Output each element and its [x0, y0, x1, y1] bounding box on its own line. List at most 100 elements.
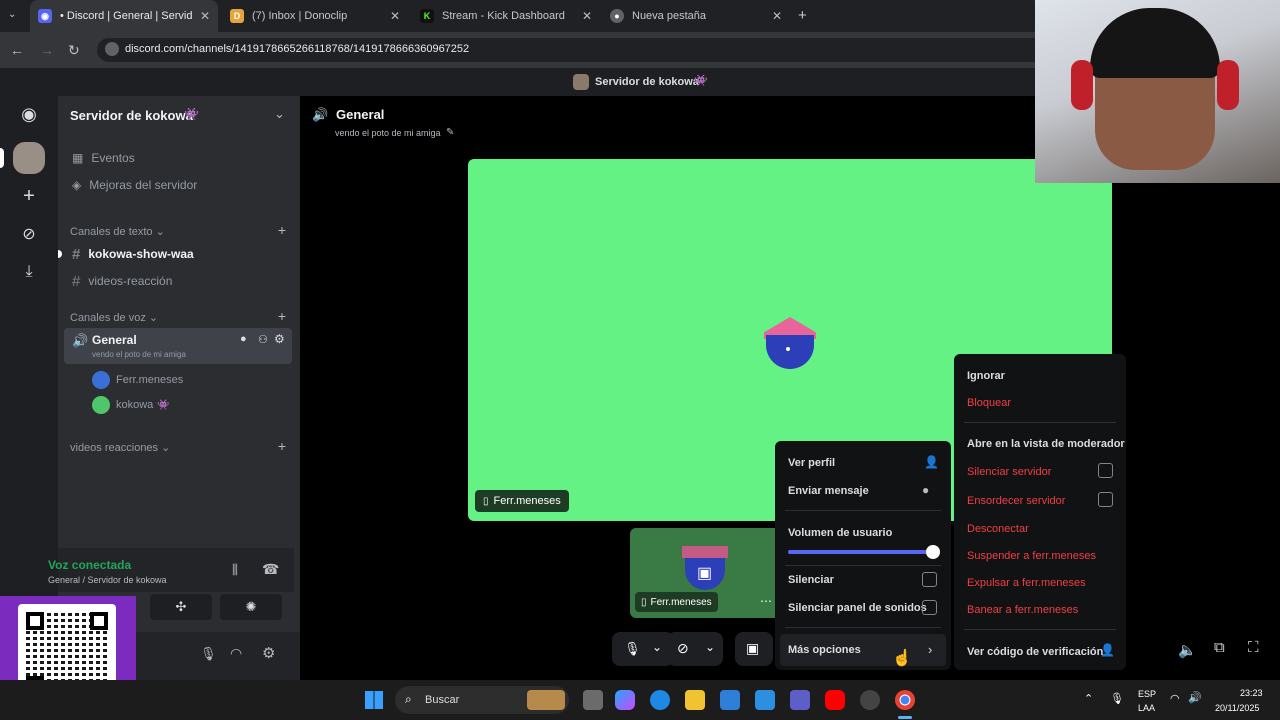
- menu-silenciar[interactable]: Silenciar: [788, 574, 834, 586]
- add-server-icon[interactable]: +: [13, 180, 45, 212]
- menu-ver-perfil[interactable]: Ver perfil: [788, 457, 835, 469]
- clock-time[interactable]: 23:23: [1240, 688, 1263, 698]
- menu-eventos[interactable]: ▦ Eventos: [58, 150, 300, 166]
- category-voice-channels[interactable]: Canales de voz ⌄: [70, 311, 158, 324]
- tab-search-button[interactable]: ⌄: [8, 9, 16, 20]
- add-channel-icon[interactable]: +: [278, 222, 286, 238]
- mic-control[interactable]: 🎙 ⌄: [612, 632, 674, 666]
- teams-icon[interactable]: [790, 690, 810, 710]
- silenciar-checkbox[interactable]: [922, 572, 937, 587]
- gear-icon[interactable]: ⚙: [262, 644, 275, 662]
- more-icon[interactable]: ⋯: [760, 594, 772, 608]
- channel-kokowa-show-waa[interactable]: # kokowa-show-waa: [58, 246, 300, 263]
- menu-vista-moderador[interactable]: Abre en la vista de moderador: [967, 438, 1125, 450]
- menu-divider: [964, 422, 1116, 423]
- activity-button[interactable]: ✣: [150, 594, 212, 620]
- silenciar-sonidos-checkbox[interactable]: [922, 600, 937, 615]
- reload-icon[interactable]: ↻: [68, 42, 80, 59]
- taskbar-search[interactable]: ⌕ Buscar: [395, 686, 569, 714]
- voice-member[interactable]: kokowa 👾: [58, 395, 300, 415]
- lang-bottom[interactable]: LAA: [1138, 703, 1155, 713]
- close-icon[interactable]: ✕: [772, 9, 782, 23]
- chrome-icon[interactable]: [895, 690, 915, 710]
- tab-new[interactable]: ● Nueva pestaña ✕: [602, 0, 790, 32]
- chat-icon[interactable]: ●: [240, 333, 247, 345]
- voice-member[interactable]: Ferr.meneses: [58, 370, 300, 390]
- category-videos-reacciones[interactable]: videos reacciones ⌄: [70, 441, 170, 454]
- file-explorer-icon[interactable]: [685, 690, 705, 710]
- silenciar-servidor-checkbox[interactable]: [1098, 463, 1113, 478]
- disconnect-icon[interactable]: ☎: [262, 561, 279, 578]
- copilot-icon[interactable]: [615, 690, 635, 710]
- menu-ignorar[interactable]: Ignorar: [967, 370, 1005, 382]
- chat-icon: ●: [922, 483, 930, 497]
- screenshare-control[interactable]: ▣: [735, 632, 773, 666]
- menu-bloquear[interactable]: Bloquear: [967, 397, 1011, 409]
- explore-icon[interactable]: ⊘: [13, 218, 45, 250]
- edge-icon[interactable]: [650, 690, 670, 710]
- chevron-down-icon[interactable]: ⌄: [652, 640, 662, 654]
- edit-icon[interactable]: ✎: [446, 127, 454, 138]
- mic-icon[interactable]: 🎙: [200, 646, 217, 662]
- task-view-icon[interactable]: [583, 690, 603, 710]
- close-icon[interactable]: ✕: [200, 9, 210, 23]
- chevron-down-icon[interactable]: ⌄: [705, 640, 715, 654]
- lang-top[interactable]: ESP: [1138, 689, 1156, 699]
- voice-location[interactable]: General / Servidor de kokowa: [48, 575, 167, 585]
- tab-kick[interactable]: K Stream - Kick Dashboard ✕: [412, 0, 600, 32]
- chevron-up-icon[interactable]: ⌃: [1084, 692, 1093, 705]
- forward-icon[interactable]: →: [40, 42, 54, 58]
- menu-banear[interactable]: Banear a ferr.meneses: [967, 604, 1078, 616]
- mic-icon[interactable]: 🎙: [1110, 692, 1124, 705]
- add-channel-icon[interactable]: +: [278, 438, 286, 454]
- store-icon[interactable]: [720, 690, 740, 710]
- menu-desconectar[interactable]: Desconectar: [967, 523, 1029, 535]
- volume-handle[interactable]: [926, 545, 940, 559]
- tab-discord[interactable]: ◉ • Discord | General | Servid ✕: [30, 0, 218, 32]
- download-icon[interactable]: ⤓: [13, 256, 45, 288]
- camera-off-icon: ⊘: [677, 640, 689, 656]
- menu-enviar-mensaje[interactable]: Enviar mensaje: [788, 485, 869, 497]
- headphones-icon[interactable]: ◠: [230, 645, 242, 662]
- camera-control[interactable]: ⊘ ⌄: [667, 632, 723, 666]
- clock-date[interactable]: 20/11/2025: [1215, 703, 1259, 713]
- gear-icon[interactable]: ⚙: [274, 332, 285, 346]
- menu-ver-codigo[interactable]: Ver código de verificación: [967, 646, 1103, 658]
- server-header[interactable]: Servidor de kokowa 👾 ⌄: [58, 96, 300, 134]
- new-tab-button[interactable]: +: [798, 7, 807, 24]
- site-info-icon[interactable]: [105, 42, 119, 56]
- soundboard-button[interactable]: ✺: [220, 594, 282, 620]
- chevron-down-icon[interactable]: ⌄: [274, 106, 285, 122]
- category-text-channels[interactable]: Canales de texto ⌄: [70, 225, 165, 238]
- mail-icon[interactable]: [755, 690, 775, 710]
- youtube-icon[interactable]: [825, 690, 845, 710]
- close-icon[interactable]: ✕: [390, 9, 400, 23]
- server-kokowa[interactable]: [13, 142, 45, 174]
- menu-expulsar[interactable]: Expulsar a ferr.meneses: [967, 577, 1086, 589]
- ensordecer-servidor-checkbox[interactable]: [1098, 492, 1113, 507]
- menu-silenciar-sonidos[interactable]: Silenciar panel de sonidos: [788, 602, 927, 614]
- discord-home-icon[interactable]: ◉: [13, 98, 45, 130]
- back-icon[interactable]: ←: [10, 42, 24, 58]
- menu-boost[interactable]: ◈ Mejoras del servidor: [58, 177, 300, 193]
- popout-icon[interactable]: ⧉: [1214, 639, 1225, 656]
- wifi-icon[interactable]: ◠: [1170, 692, 1180, 705]
- windows-start-icon[interactable]: [365, 691, 383, 709]
- channel-videos-reaccion[interactable]: # videos-reacción: [58, 273, 300, 290]
- add-channel-icon[interactable]: +: [278, 308, 286, 324]
- volume-icon[interactable]: 🔈: [1178, 641, 1197, 659]
- speaker-icon[interactable]: 🔊: [1188, 691, 1202, 704]
- participant-thumbnail[interactable]: ▣ ▯ Ferr.meneses ⋯: [630, 528, 780, 618]
- noise-suppression-icon[interactable]: ⫼: [232, 562, 238, 578]
- menu-suspender[interactable]: Suspender a ferr.meneses: [967, 550, 1096, 562]
- fullscreen-icon[interactable]: ⛶: [1248, 639, 1259, 656]
- close-icon[interactable]: ✕: [582, 9, 592, 23]
- menu-silenciar-servidor[interactable]: Silenciar servidor: [967, 466, 1051, 478]
- invite-icon[interactable]: ⚇: [258, 333, 268, 346]
- tab-donoclip[interactable]: D (7) Inbox | Donoclip ✕: [222, 0, 408, 32]
- volume-slider[interactable]: [788, 545, 940, 559]
- app-icon[interactable]: [860, 690, 880, 710]
- menu-ensordecer-servidor[interactable]: Ensordecer servidor: [967, 495, 1065, 507]
- voice-channel-general[interactable]: 🔊 General vendo el poto de mi amiga ● ⚇ …: [64, 328, 292, 364]
- menu-mas-opciones[interactable]: Más opciones ›: [780, 634, 946, 666]
